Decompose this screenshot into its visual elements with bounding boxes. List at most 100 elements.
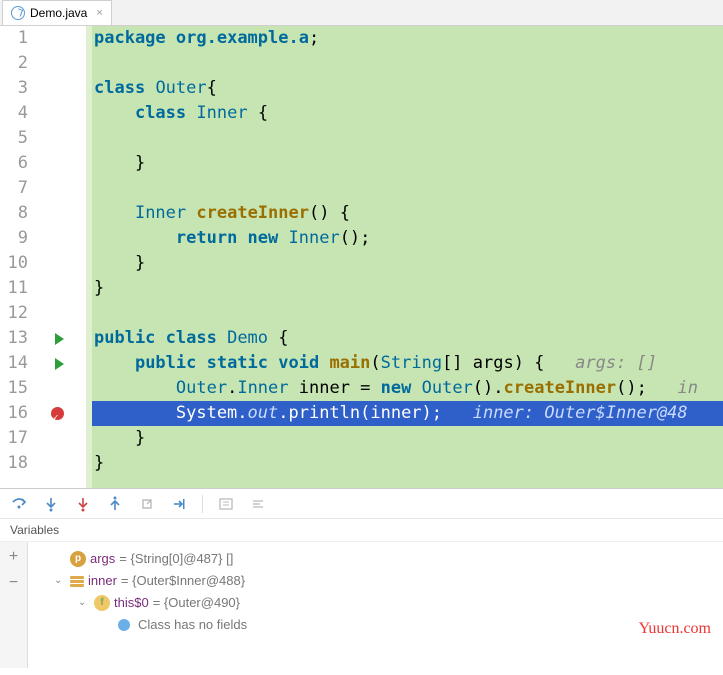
- code-line[interactable]: public class Demo {: [86, 326, 723, 351]
- variable-name: this$0: [114, 592, 149, 614]
- separator: [202, 495, 203, 513]
- step-into-icon[interactable]: [42, 495, 60, 513]
- fold-row: [72, 276, 86, 301]
- gutter-row[interactable]: 13: [0, 326, 72, 351]
- gutter-row[interactable]: 7: [0, 176, 72, 201]
- gutter-row[interactable]: 4: [0, 101, 72, 126]
- variable-name: inner: [88, 570, 117, 592]
- gutter-row[interactable]: 9: [0, 226, 72, 251]
- fold-row: [72, 226, 86, 251]
- code-line[interactable]: public static void main(String[] args) {…: [86, 351, 723, 376]
- fold-column: [72, 26, 86, 488]
- line-number: 11: [0, 276, 28, 301]
- fold-row: [72, 376, 86, 401]
- watermark: Yuucn.com: [639, 618, 711, 640]
- code-line[interactable]: class Inner {: [86, 101, 723, 126]
- tab-bar: Demo.java ×: [0, 0, 723, 26]
- object-badge-icon: [70, 576, 84, 587]
- gutter-row[interactable]: 15: [0, 376, 72, 401]
- fold-row: [72, 426, 86, 451]
- line-number: 12: [0, 301, 28, 326]
- run-icon[interactable]: [55, 358, 64, 370]
- code-line[interactable]: Outer.Inner inner = new Outer().createIn…: [86, 376, 723, 401]
- variable-name: args: [90, 548, 115, 570]
- gutter-row[interactable]: 3: [0, 76, 72, 101]
- code-line[interactable]: Inner createInner() {: [86, 201, 723, 226]
- fold-row: [72, 451, 86, 476]
- evaluate-icon[interactable]: [217, 495, 235, 513]
- gutter-row[interactable]: 14: [0, 351, 72, 376]
- line-number: 7: [0, 176, 28, 201]
- gutter-row[interactable]: 8: [0, 201, 72, 226]
- line-number: 17: [0, 426, 28, 451]
- drop-frame-icon[interactable]: [138, 495, 156, 513]
- remove-watch-button[interactable]: −: [5, 574, 23, 592]
- code-line[interactable]: [86, 301, 723, 326]
- fold-row: [72, 51, 86, 76]
- variable-row[interactable]: Class has no fields: [36, 614, 715, 636]
- gutter-row[interactable]: 17: [0, 426, 72, 451]
- trace-icon[interactable]: [249, 495, 267, 513]
- code-line[interactable]: }: [86, 251, 723, 276]
- gutter-row[interactable]: 1: [0, 26, 72, 51]
- fold-row: [72, 76, 86, 101]
- code-area[interactable]: package org.example.a; class Outer{ class…: [86, 26, 723, 488]
- code-line[interactable]: [86, 51, 723, 76]
- run-icon[interactable]: [55, 333, 64, 345]
- gutter-row[interactable]: 2: [0, 51, 72, 76]
- variable-value: Class has no fields: [138, 614, 247, 636]
- debug-panel: Variables + − p args = {String[0]@487} […: [0, 488, 723, 668]
- variables-sidebar: + −: [0, 542, 28, 668]
- fold-row: [72, 126, 86, 151]
- variable-row[interactable]: ⌄f this$0 = {Outer@490}: [36, 592, 715, 614]
- code-line[interactable]: }: [86, 151, 723, 176]
- code-line[interactable]: [86, 176, 723, 201]
- code-line[interactable]: return new Inner();: [86, 226, 723, 251]
- code-editor[interactable]: 123456789101112131415161718 package org.…: [0, 26, 723, 488]
- fold-row: [72, 251, 86, 276]
- file-tab[interactable]: Demo.java ×: [2, 0, 112, 25]
- gutter-row[interactable]: 18: [0, 451, 72, 476]
- code-line[interactable]: [86, 126, 723, 151]
- gutter: 123456789101112131415161718: [0, 26, 72, 488]
- variable-value: = {String[0]@487} []: [119, 548, 233, 570]
- expander-icon[interactable]: ⌄: [54, 570, 66, 592]
- variables-tree[interactable]: p args = {String[0]@487} []⌄ inner = {Ou…: [28, 542, 723, 668]
- step-over-icon[interactable]: [10, 495, 28, 513]
- variable-row[interactable]: p args = {String[0]@487} []: [36, 548, 715, 570]
- field-badge-icon: f: [94, 595, 110, 611]
- step-out-icon[interactable]: [106, 495, 124, 513]
- gutter-row[interactable]: 6: [0, 151, 72, 176]
- code-line[interactable]: }: [86, 426, 723, 451]
- gutter-row[interactable]: 16: [0, 401, 72, 426]
- breakpoint-icon[interactable]: [51, 407, 64, 420]
- code-line[interactable]: System.out.println(inner); inner: Outer$…: [86, 401, 723, 426]
- gutter-row[interactable]: 12: [0, 301, 72, 326]
- fold-row: [72, 301, 86, 326]
- line-number: 5: [0, 126, 28, 151]
- close-icon[interactable]: ×: [96, 7, 102, 19]
- code-line[interactable]: package org.example.a;: [86, 26, 723, 51]
- gutter-row[interactable]: 10: [0, 251, 72, 276]
- gutter-row[interactable]: 5: [0, 126, 72, 151]
- force-step-into-icon[interactable]: [74, 495, 92, 513]
- line-number: 6: [0, 151, 28, 176]
- gutter-row[interactable]: 11: [0, 276, 72, 301]
- variable-row[interactable]: ⌄ inner = {Outer$Inner@488}: [36, 570, 715, 592]
- line-number: 8: [0, 201, 28, 226]
- expander-icon[interactable]: ⌄: [78, 592, 90, 614]
- code-line[interactable]: }: [86, 276, 723, 301]
- line-number: 18: [0, 451, 28, 476]
- line-number: 15: [0, 376, 28, 401]
- fold-row: [72, 201, 86, 226]
- fold-row: [72, 351, 86, 376]
- run-to-cursor-icon[interactable]: [170, 495, 188, 513]
- code-line[interactable]: }: [86, 451, 723, 476]
- param-badge-icon: p: [70, 551, 86, 567]
- line-number: 10: [0, 251, 28, 276]
- new-watch-button[interactable]: +: [5, 548, 23, 566]
- line-number: 14: [0, 351, 28, 376]
- code-line[interactable]: class Outer{: [86, 76, 723, 101]
- tab-filename: Demo.java: [30, 6, 87, 20]
- fold-row: [72, 151, 86, 176]
